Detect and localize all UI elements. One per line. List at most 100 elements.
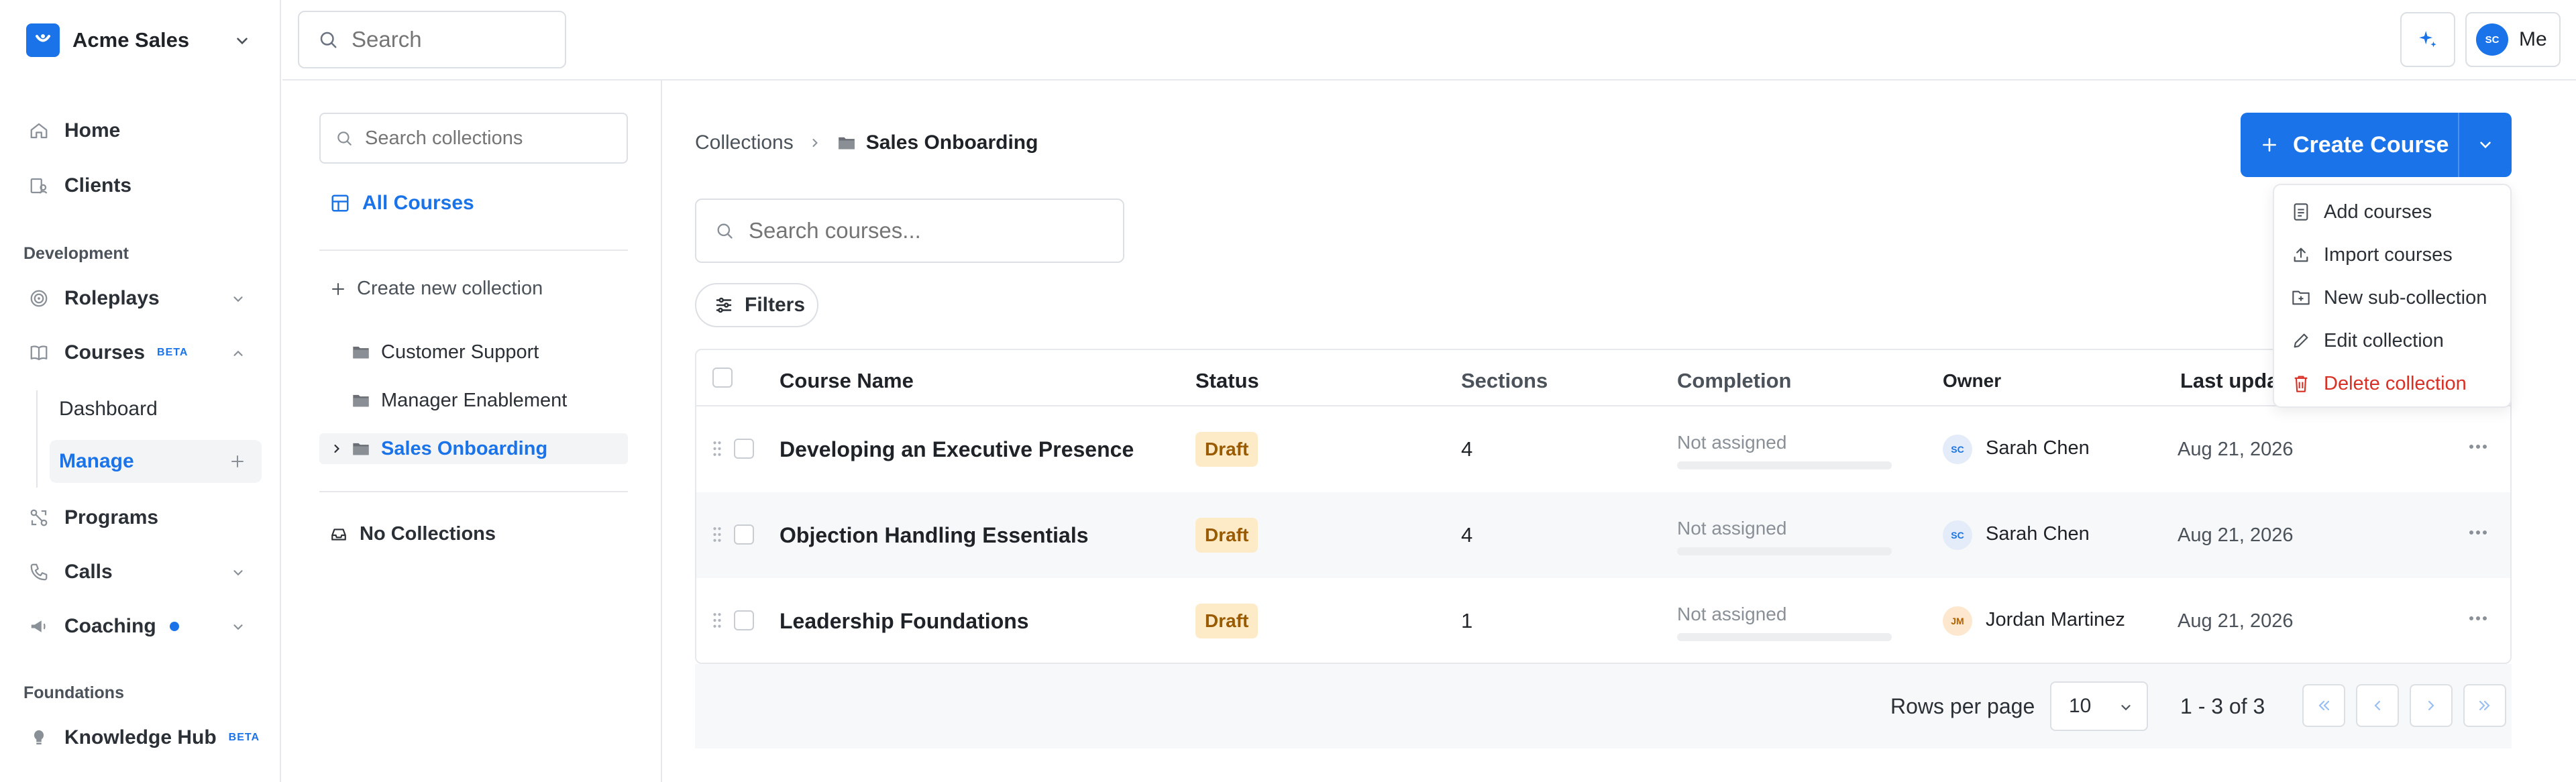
create-collection-button[interactable]: Create new collection: [330, 278, 543, 300]
folder-icon: [352, 343, 370, 361]
column-header-completion[interactable]: Completion: [1677, 369, 1792, 393]
top-header: [282, 0, 2576, 80]
menu-item-import-courses[interactable]: Import courses: [2289, 236, 2453, 274]
search-icon: [335, 129, 353, 147]
breadcrumb-current: Sales Onboarding: [865, 131, 1038, 154]
completion-text: Not assigned: [1677, 604, 1787, 624]
sidebar-item-clients[interactable]: Clients: [25, 164, 262, 207]
chevron-down-icon[interactable]: [233, 32, 251, 50]
create-course-dropdown-toggle[interactable]: [2459, 113, 2512, 177]
all-courses-link[interactable]: All Courses: [330, 192, 474, 215]
course-search[interactable]: [695, 199, 1124, 263]
chevron-right-icon[interactable]: [330, 442, 343, 455]
phone-icon: [25, 559, 52, 585]
collections-search[interactable]: [319, 113, 628, 164]
rows-per-page-select[interactable]: 10: [2050, 681, 2148, 731]
prev-page-button[interactable]: [2356, 684, 2399, 727]
collection-item[interactable]: Customer Support: [319, 337, 628, 368]
sidebar-subitem-dashboard[interactable]: Dashboard: [50, 388, 262, 431]
menu-item-add-courses[interactable]: Add courses: [2289, 193, 2432, 231]
no-collections-link[interactable]: No Collections: [330, 523, 496, 545]
trash-icon: [2289, 374, 2313, 393]
sidebar-subitem-manage[interactable]: Manage: [50, 440, 262, 483]
plus-icon: [2261, 136, 2278, 154]
table-row[interactable]: Developing an Executive Presence Draft 4…: [696, 406, 2510, 492]
completion-text: Not assigned: [1677, 432, 1787, 453]
sidebar-item-roleplays[interactable]: Roleplays: [25, 277, 262, 320]
first-page-button[interactable]: [2302, 684, 2345, 727]
last-page-button[interactable]: [2463, 684, 2506, 727]
column-header-sections[interactable]: Sections: [1461, 369, 1548, 393]
column-header-owner[interactable]: Owner: [1943, 370, 2001, 392]
sidebar-item-home[interactable]: Home: [25, 109, 262, 152]
sidebar-item-coaching[interactable]: Coaching: [25, 605, 262, 648]
sidebar-item-label: Clients: [64, 174, 132, 197]
ai-assistant-button[interactable]: [2400, 12, 2455, 67]
column-header-last-updated[interactable]: Last upda: [2180, 369, 2278, 393]
plus-icon[interactable]: [229, 453, 246, 469]
divider: [319, 249, 628, 251]
rows-per-page-label: Rows per page: [1890, 694, 2035, 718]
sidebar-item-label: Knowledge Hub: [64, 726, 217, 748]
course-name[interactable]: Developing an Executive Presence: [780, 437, 1134, 462]
sparkle-icon: [2416, 28, 2439, 51]
course-name[interactable]: Leadership Foundations: [780, 609, 1029, 634]
sections-count: 4: [1461, 523, 1473, 547]
create-course-split-button: Create Course: [2241, 113, 2512, 177]
workspace-logo[interactable]: [26, 23, 60, 57]
more-options-icon[interactable]: [2469, 616, 2487, 621]
no-collections-label: No Collections: [360, 523, 496, 545]
target-icon: [25, 285, 52, 312]
search-icon: [318, 30, 338, 50]
menu-item-delete-collection[interactable]: Delete collection: [2289, 365, 2467, 402]
column-header-course-name[interactable]: Course Name: [780, 369, 914, 393]
folder-plus-icon: [2289, 289, 2313, 306]
more-options-icon[interactable]: [2469, 444, 2487, 449]
notification-dot: [169, 622, 179, 631]
sidebar-item-label: Programs: [64, 506, 159, 528]
drag-handle-icon[interactable]: [712, 440, 722, 457]
sidebar-item-calls[interactable]: Calls: [25, 551, 262, 594]
next-page-button[interactable]: [2410, 684, 2453, 727]
owner-avatar: SC: [1943, 435, 1972, 464]
column-header-status[interactable]: Status: [1195, 369, 1259, 393]
owner-avatar: JM: [1943, 606, 1972, 636]
drag-handle-icon[interactable]: [712, 612, 722, 629]
avatar: SC: [2476, 23, 2508, 56]
breadcrumb-collections[interactable]: Collections: [695, 131, 794, 154]
filters-button[interactable]: Filters: [695, 283, 818, 327]
pencil-icon: [2289, 331, 2313, 350]
table-row[interactable]: Leadership Foundations Draft 1 Not assig…: [696, 578, 2510, 663]
course-name[interactable]: Objection Handling Essentials: [780, 523, 1089, 548]
row-checkbox[interactable]: [734, 439, 754, 459]
course-search-input[interactable]: [749, 218, 1123, 243]
sidebar-item-label: Calls: [64, 561, 113, 583]
global-search-input[interactable]: [352, 27, 553, 52]
workspace-name[interactable]: Acme Sales: [72, 28, 189, 52]
divider: [319, 491, 628, 492]
drag-handle-icon[interactable]: [712, 526, 722, 543]
breadcrumb: Collections Sales Onboarding: [695, 131, 1038, 154]
collections-search-input[interactable]: [365, 127, 620, 150]
menu-item-new-sub-collection[interactable]: New sub-collection: [2289, 279, 2487, 317]
pagination-range: 1 - 3 of 3: [2180, 694, 2265, 718]
row-checkbox[interactable]: [734, 524, 754, 545]
select-all-checkbox[interactable]: [712, 368, 733, 388]
more-options-icon[interactable]: [2469, 530, 2487, 535]
last-updated: Aug 21, 2026: [2178, 439, 2294, 460]
sidebar-item-programs[interactable]: Programs: [25, 496, 262, 539]
menu-item-edit-collection[interactable]: Edit collection: [2289, 322, 2444, 359]
row-checkbox[interactable]: [734, 610, 754, 630]
table-row[interactable]: Objection Handling Essentials Draft 4 No…: [696, 492, 2510, 578]
menu-item-label: Edit collection: [2324, 329, 2444, 351]
collection-item[interactable]: Manager Enablement: [319, 385, 628, 416]
sidebar-item-courses[interactable]: Courses BETA: [25, 331, 262, 374]
create-course-button[interactable]: Create Course: [2241, 113, 2458, 177]
chevron-right-icon: [2423, 697, 2439, 714]
user-menu-button[interactable]: SC Me: [2465, 12, 2561, 67]
collection-item-active[interactable]: Sales Onboarding: [319, 433, 628, 464]
sections-count: 1: [1461, 609, 1473, 632]
global-search[interactable]: [298, 11, 566, 68]
sidebar-item-knowledge-hub[interactable]: Knowledge Hub BETA: [25, 716, 262, 759]
menu-item-label: New sub-collection: [2324, 286, 2487, 309]
